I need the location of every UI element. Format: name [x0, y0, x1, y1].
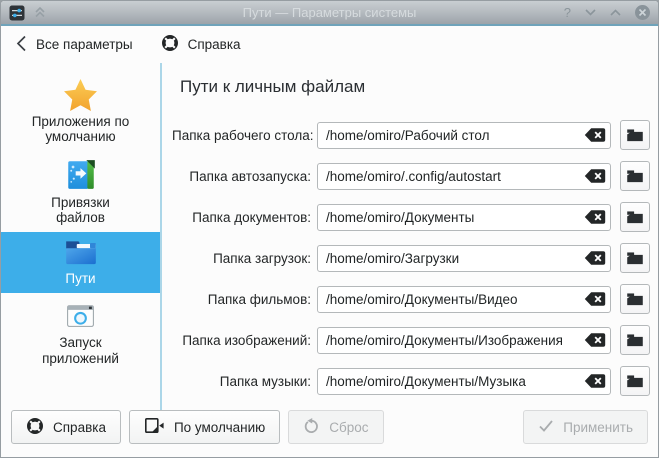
toolbar-help-label: Справка [188, 37, 241, 52]
path-field-autostart [317, 163, 611, 190]
file-association-icon [64, 158, 98, 192]
sidebar-item-file-associations[interactable]: Привязки файлов [1, 152, 160, 233]
footer-buttonbar: Справка По умолчанию Сброс Применить [1, 410, 658, 457]
path-input-desktop[interactable] [317, 122, 611, 149]
window-title: Пути — Параметры системы [1, 5, 658, 20]
field-label-music: Папка музыки: [172, 374, 311, 389]
clear-input-icon[interactable] [584, 128, 606, 143]
field-label-pictures: Папка изображений: [172, 333, 311, 348]
browse-folder-button[interactable] [620, 325, 650, 355]
settings-window: Пути — Параметры системы ? Все параметры [0, 0, 659, 458]
browse-folder-button[interactable] [620, 161, 650, 191]
maximize-icon[interactable] [610, 9, 621, 16]
field-label-desktop: Папка рабочего стола: [172, 128, 311, 143]
folder-icon [63, 238, 99, 268]
check-icon [538, 419, 554, 436]
clear-input-icon[interactable] [584, 210, 606, 225]
defaults-button-label: По умолчанию [174, 420, 265, 435]
app-window-icon [63, 299, 98, 332]
path-input-pictures[interactable] [317, 327, 611, 354]
browse-folder-button[interactable] [620, 243, 650, 273]
main-area: Приложения по умолчанию Привязки файлов … [1, 63, 658, 410]
sidebar-item-label: Приложения по умолчанию [28, 114, 134, 145]
sidebar-item-default-applications[interactable]: Приложения по умолчанию [1, 72, 160, 152]
clear-input-icon[interactable] [584, 333, 606, 348]
path-field-movies [317, 286, 611, 313]
app-menu-icon[interactable] [9, 5, 25, 21]
help-button-label: Справка [53, 420, 106, 435]
titlebar[interactable]: Пути — Параметры системы ? [1, 1, 658, 24]
page-title: Пути к личным файлам [180, 77, 650, 97]
paths-form: Папка рабочего стола: Папка автозапуска:… [172, 120, 650, 396]
document-revert-icon [144, 417, 165, 437]
back-all-settings-button[interactable]: Все параметры [16, 35, 133, 55]
undo-icon [303, 417, 320, 437]
reset-button-label: Сброс [329, 420, 368, 435]
sidebar-item-label: Пути [65, 271, 95, 286]
field-label-movies: Папка фильмов: [172, 292, 311, 307]
path-input-documents[interactable] [317, 204, 611, 231]
apply-button[interactable]: Применить [523, 410, 648, 444]
clear-input-icon[interactable] [584, 251, 606, 266]
field-label-autostart: Папка автозапуска: [172, 169, 311, 184]
toolbar-help-button[interactable]: Справка [161, 34, 241, 55]
browse-folder-button[interactable] [620, 284, 650, 314]
content-panel: Пути к личным файлам Папка рабочего стол… [162, 63, 658, 410]
path-field-downloads [317, 245, 611, 272]
path-input-autostart[interactable] [317, 163, 611, 190]
browse-folder-button[interactable] [620, 366, 650, 396]
path-field-documents [317, 204, 611, 231]
minimize-icon[interactable] [585, 9, 596, 16]
path-input-music[interactable] [317, 368, 611, 395]
sidebar-item-application-launch[interactable]: Запуск приложений [1, 293, 160, 373]
help-buoy-icon [26, 417, 44, 438]
path-input-downloads[interactable] [317, 245, 611, 272]
back-all-settings-label: Все параметры [36, 37, 133, 52]
field-label-downloads: Папка загрузок: [172, 251, 311, 266]
field-label-documents: Папка документов: [172, 210, 311, 225]
help-buoy-icon [161, 34, 179, 55]
path-field-music [317, 368, 611, 395]
clear-input-icon[interactable] [584, 374, 606, 389]
sidebar: Приложения по умолчанию Привязки файлов … [1, 63, 162, 410]
window-help-button[interactable]: ? [564, 5, 571, 20]
help-button[interactable]: Справка [11, 410, 121, 444]
path-field-desktop [317, 122, 611, 149]
clear-input-icon[interactable] [584, 169, 606, 184]
defaults-button[interactable]: По умолчанию [129, 410, 280, 444]
shade-icon[interactable] [34, 7, 46, 18]
clear-input-icon[interactable] [584, 292, 606, 307]
star-icon [63, 78, 98, 111]
toolbar: Все параметры Справка [1, 26, 658, 63]
browse-folder-button[interactable] [620, 120, 650, 150]
path-field-pictures [317, 327, 611, 354]
sidebar-item-paths[interactable]: Пути [1, 232, 160, 293]
sidebar-item-label: Привязки файлов [28, 195, 134, 226]
chevron-left-icon [16, 35, 27, 55]
apply-button-label: Применить [563, 420, 633, 435]
sidebar-item-label: Запуск приложений [28, 335, 134, 366]
browse-folder-button[interactable] [620, 202, 650, 232]
path-input-movies[interactable] [317, 286, 611, 313]
reset-button[interactable]: Сброс [288, 410, 383, 444]
close-icon[interactable] [635, 5, 650, 20]
